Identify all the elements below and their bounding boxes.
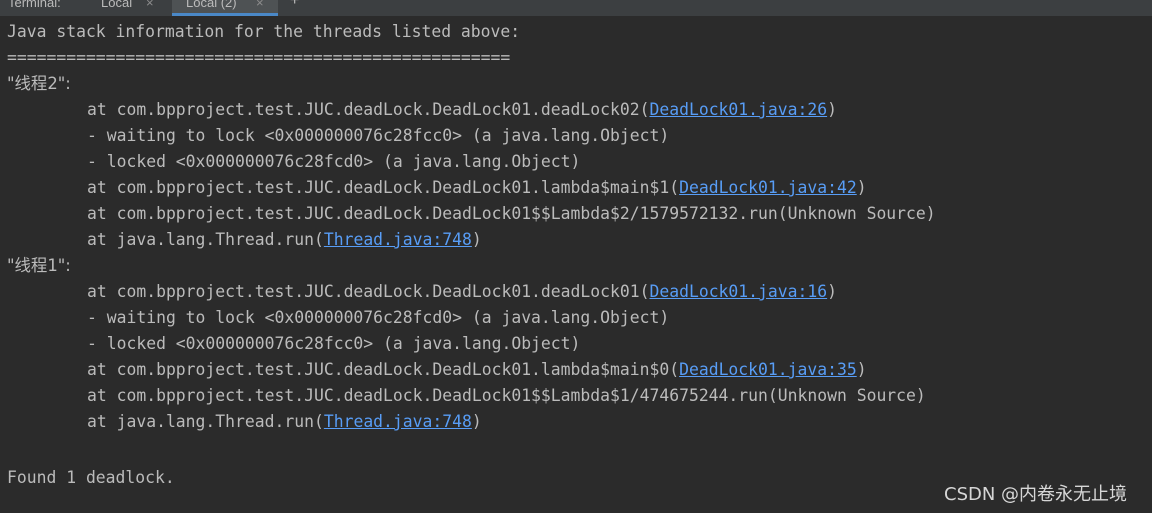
tab-local-label: Local <box>101 0 133 10</box>
stack-frame: - locked <0x000000076c28fcd0> (a java.la… <box>87 152 581 171</box>
source-link[interactable]: DeadLock01.java:42 <box>679 178 857 197</box>
stack-frame: - waiting to lock <0x000000076c28fcc0> (… <box>87 126 670 145</box>
frame-suffix: ) <box>856 178 867 197</box>
stack-frame: - locked <0x000000076c28fcc0> (a java.la… <box>87 334 581 353</box>
stack-frame: at java.lang.Thread.run(Thread.java:748) <box>7 227 482 253</box>
stack-frame: at com.bpproject.test.JUC.deadLock.DeadL… <box>87 204 936 223</box>
frame-text: at com.bpproject.test.JUC.deadLock.DeadL… <box>87 360 680 379</box>
frame-suffix: ) <box>471 412 482 431</box>
stack-frame: at java.lang.Thread.run(Thread.java:748) <box>7 409 482 435</box>
source-link[interactable]: Thread.java:748 <box>324 412 472 431</box>
tab-local[interactable]: Local × <box>86 0 172 16</box>
stack-frame: at com.bpproject.test.JUC.deadLock.DeadL… <box>7 175 867 201</box>
frame-suffix: ) <box>827 282 837 301</box>
tab-local-close-icon[interactable]: × <box>146 0 154 12</box>
tab-local-2[interactable]: Local (2) × <box>172 0 278 16</box>
frame-suffix: ) <box>856 360 867 379</box>
source-link[interactable]: DeadLock01.java:26 <box>649 100 827 119</box>
frame-text: at com.bpproject.test.JUC.deadLock.DeadL… <box>87 100 650 119</box>
header-line: Java stack information for the threads l… <box>7 22 521 41</box>
thread-name: "线程1": <box>7 256 71 275</box>
source-link[interactable]: DeadLock01.java:35 <box>679 360 857 379</box>
deadlock-summary: Found 1 deadlock. <box>7 468 175 487</box>
separator-line: ========================================… <box>7 48 511 67</box>
frame-suffix: ) <box>827 100 837 119</box>
tab-local-2-label: Local (2) <box>186 0 237 10</box>
new-tab-plus-icon[interactable]: + <box>290 0 299 10</box>
tab-local-2-close-icon[interactable]: × <box>256 0 264 12</box>
frame-text: at java.lang.Thread.run( <box>87 412 324 431</box>
terminal-tabbar: Terminal: Local × Local (2) × + <box>0 0 1152 16</box>
frame-text: at java.lang.Thread.run( <box>87 230 324 249</box>
terminal-title: Terminal: <box>8 0 61 10</box>
stack-frame: at com.bpproject.test.JUC.deadLock.DeadL… <box>87 386 926 405</box>
thread-name: "线程2": <box>7 74 71 93</box>
stack-frame: - waiting to lock <0x000000076c28fcd0> (… <box>87 308 670 327</box>
terminal-output[interactable]: Java stack information for the threads l… <box>0 16 1152 513</box>
stack-frame: at com.bpproject.test.JUC.deadLock.DeadL… <box>7 279 837 305</box>
stack-frame: at com.bpproject.test.JUC.deadLock.DeadL… <box>7 357 867 383</box>
frame-suffix: ) <box>471 230 482 249</box>
frame-text: at com.bpproject.test.JUC.deadLock.DeadL… <box>87 178 680 197</box>
source-link[interactable]: DeadLock01.java:16 <box>649 282 827 301</box>
frame-text: at com.bpproject.test.JUC.deadLock.DeadL… <box>87 282 650 301</box>
stack-frame: at com.bpproject.test.JUC.deadLock.DeadL… <box>7 97 837 123</box>
source-link[interactable]: Thread.java:748 <box>324 230 472 249</box>
csdn-watermark: CSDN @内卷永无止境 <box>944 484 1128 505</box>
